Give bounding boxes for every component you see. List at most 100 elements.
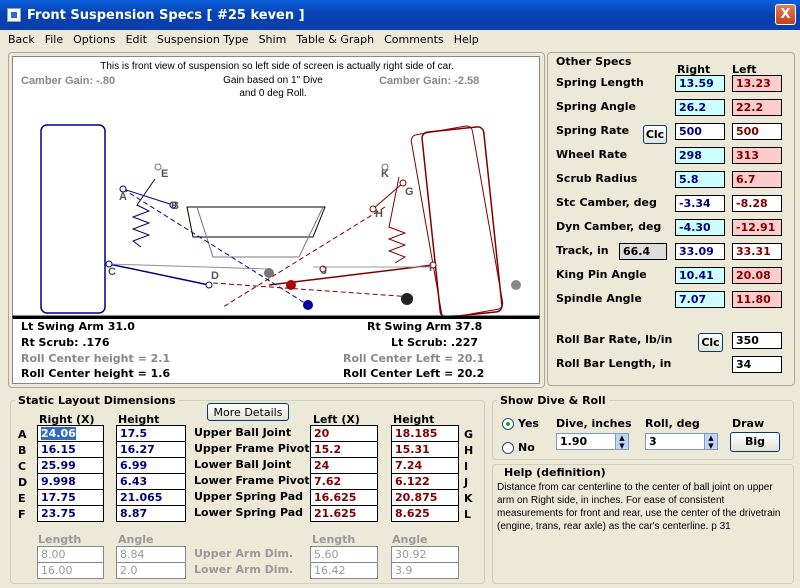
lower-frame-pivot-label: Lower Frame Pivot <box>194 474 310 487</box>
upper-ball-joint-right-x[interactable]: 24.06 <box>41 427 76 440</box>
stc-camber-label: Stc Camber, deg <box>556 196 657 209</box>
menu-help[interactable]: Help <box>449 33 484 46</box>
right-instant-center <box>401 293 413 305</box>
camber-gain-left: Camber Gain: -.80 <box>21 75 115 87</box>
spindle-angle-left[interactable]: 11.80 <box>732 291 782 308</box>
lower-ball-joint-left-x[interactable]: 24 <box>310 457 378 474</box>
upper-ball-joint-right-height[interactable]: 17.5 <box>116 425 186 442</box>
menu-back[interactable]: Back <box>3 33 40 46</box>
upper-arm-right-angle: 8.84 <box>116 546 186 563</box>
stc-camber-left[interactable]: -8.28 <box>732 195 782 212</box>
wheel-rate-right[interactable]: 298 <box>675 147 725 164</box>
camber-gain-right: Camber Gain: -2.58 <box>379 75 479 87</box>
spindle-angle-label: Spindle Angle <box>556 292 642 305</box>
king-pin-left[interactable]: 20.08 <box>732 267 782 284</box>
lower-spring-pad-left-x[interactable]: 21.625 <box>310 505 378 522</box>
dyn-camber-right[interactable]: -4.30 <box>675 219 725 236</box>
roll-center-static <box>264 268 274 278</box>
spring-angle-label: Spring Angle <box>556 100 636 113</box>
spring-angle-right[interactable]: 26.2 <box>675 99 725 116</box>
dyn-camber-label: Dyn Camber, deg <box>556 220 662 233</box>
upper-frame-pivot-left-height[interactable]: 15.31 <box>391 441 459 458</box>
yes-label: Yes <box>518 417 539 430</box>
lower-spring-pad-label: Lower Spring Pad <box>194 506 304 519</box>
upper-spring-pad-left-height[interactable]: 20.875 <box>391 489 459 506</box>
lower-spring-pad-left-height[interactable]: 8.625 <box>391 505 459 522</box>
menu-table-graph[interactable]: Table & Graph <box>291 33 379 46</box>
header-angle-left: Angle <box>392 533 428 546</box>
lower-frame-pivot-left-height[interactable]: 6.122 <box>391 473 459 490</box>
spring-length-right[interactable]: 13.59 <box>675 75 725 92</box>
dive-label: Dive, inches <box>556 417 632 430</box>
dive-input[interactable]: 1.90 <box>556 433 616 450</box>
lower-spring-pad-right-x[interactable]: 23.75 <box>37 505 104 522</box>
upper-ball-joint-left-x[interactable]: 20 <box>310 425 378 442</box>
yes-radio[interactable] <box>502 418 514 430</box>
lower-ball-joint-right-x[interactable]: 25.99 <box>37 457 104 474</box>
rollbar-rate-field[interactable]: 350 <box>732 332 782 349</box>
lt-scrub: Lt Scrub: .227 <box>391 336 479 349</box>
lower-frame-pivot-right-height[interactable]: 6.43 <box>116 473 186 490</box>
lower-frame-pivot-right-x[interactable]: 9.998 <box>37 473 104 490</box>
track-right[interactable]: 33.09 <box>675 243 725 260</box>
menu-suspension-type[interactable]: Suspension Type <box>152 33 254 46</box>
draw-big-button[interactable]: Big <box>730 432 780 452</box>
upper-frame-pivot-right-height[interactable]: 16.27 <box>116 441 186 458</box>
wheel-rate-left[interactable]: 313 <box>732 147 782 164</box>
left-lower-arm-static <box>108 263 270 270</box>
row-label-j: J <box>464 476 469 489</box>
dive-stepper[interactable]: ▲ ▼ <box>615 433 629 450</box>
lower-spring-pad-right-height[interactable]: 8.87 <box>116 505 186 522</box>
help-panel: Help (definition) Distance from car cent… <box>492 464 794 584</box>
lower-ball-joint-left-height[interactable]: 7.24 <box>391 457 459 474</box>
label-j: J <box>321 265 327 277</box>
scrub-radius-label: Scrub Radius <box>556 172 638 185</box>
menu-edit[interactable]: Edit <box>121 33 152 46</box>
rollbar-length-field[interactable]: 34 <box>732 356 782 373</box>
roll-center-left-static: Roll Center Left = 20.1 <box>343 352 485 365</box>
upper-arm-dim-label: Upper Arm Dim. <box>194 547 294 560</box>
row-label-h: H <box>464 444 474 457</box>
upper-frame-pivot-right-x[interactable]: 16.15 <box>37 441 104 458</box>
stc-camber-right[interactable]: -3.34 <box>675 195 725 212</box>
lower-arm-right-angle: 2.0 <box>116 562 186 579</box>
spring-angle-left[interactable]: 22.2 <box>732 99 782 116</box>
help-text: Distance from car centerline to the cent… <box>497 482 781 532</box>
upper-ball-joint-left-height[interactable]: 18.185 <box>391 425 459 442</box>
track-left[interactable]: 33.31 <box>732 243 782 260</box>
header-length-left: Length <box>312 533 356 546</box>
rollbar-calc-button[interactable]: Clc <box>698 333 723 352</box>
left-tire <box>40 124 106 314</box>
spring-rate-left[interactable]: 500 <box>732 123 782 140</box>
close-button[interactable]: X <box>775 4 796 25</box>
suspension-drawing: This is front view of suspension so left… <box>21 61 521 319</box>
rollbar-length-label: Roll Bar Length, in <box>556 357 672 370</box>
menu-file[interactable]: File <box>40 33 68 46</box>
roll-input[interactable]: 3 <box>645 433 705 450</box>
dyn-camber-left[interactable]: -12.91 <box>732 219 782 236</box>
menu-shim[interactable]: Shim <box>254 33 292 46</box>
spring-length-left[interactable]: 13.23 <box>732 75 782 92</box>
row-label-c: C <box>18 460 27 473</box>
menu-options[interactable]: Options <box>68 33 120 46</box>
no-radio[interactable] <box>502 442 514 454</box>
lower-ball-joint-label: Lower Ball Joint <box>194 458 292 471</box>
menu-comments[interactable]: Comments <box>379 33 449 46</box>
spring-rate-right[interactable]: 500 <box>675 123 725 140</box>
scrub-radius-right[interactable]: 5.8 <box>675 171 725 188</box>
upper-arm-left-length: 5.60 <box>310 546 378 563</box>
label-c: C <box>108 266 116 278</box>
spring-rate-calc-button[interactable]: Clc <box>643 125 667 144</box>
spring-rate-label: Spring Rate <box>556 124 630 137</box>
roll-stepper[interactable]: ▲ ▼ <box>704 433 718 450</box>
scrub-radius-left[interactable]: 6.7 <box>732 171 782 188</box>
upper-frame-pivot-left-x[interactable]: 15.2 <box>310 441 378 458</box>
upper-spring-pad-label: Upper Spring Pad <box>194 490 303 503</box>
upper-spring-pad-right-height[interactable]: 21.065 <box>116 489 186 506</box>
upper-spring-pad-left-x[interactable]: 16.625 <box>310 489 378 506</box>
spindle-angle-right[interactable]: 7.07 <box>675 291 725 308</box>
upper-spring-pad-right-x[interactable]: 17.75 <box>37 489 104 506</box>
lower-frame-pivot-left-x[interactable]: 7.62 <box>310 473 378 490</box>
king-pin-right[interactable]: 10.41 <box>675 267 725 284</box>
lower-ball-joint-right-height[interactable]: 6.99 <box>116 457 186 474</box>
